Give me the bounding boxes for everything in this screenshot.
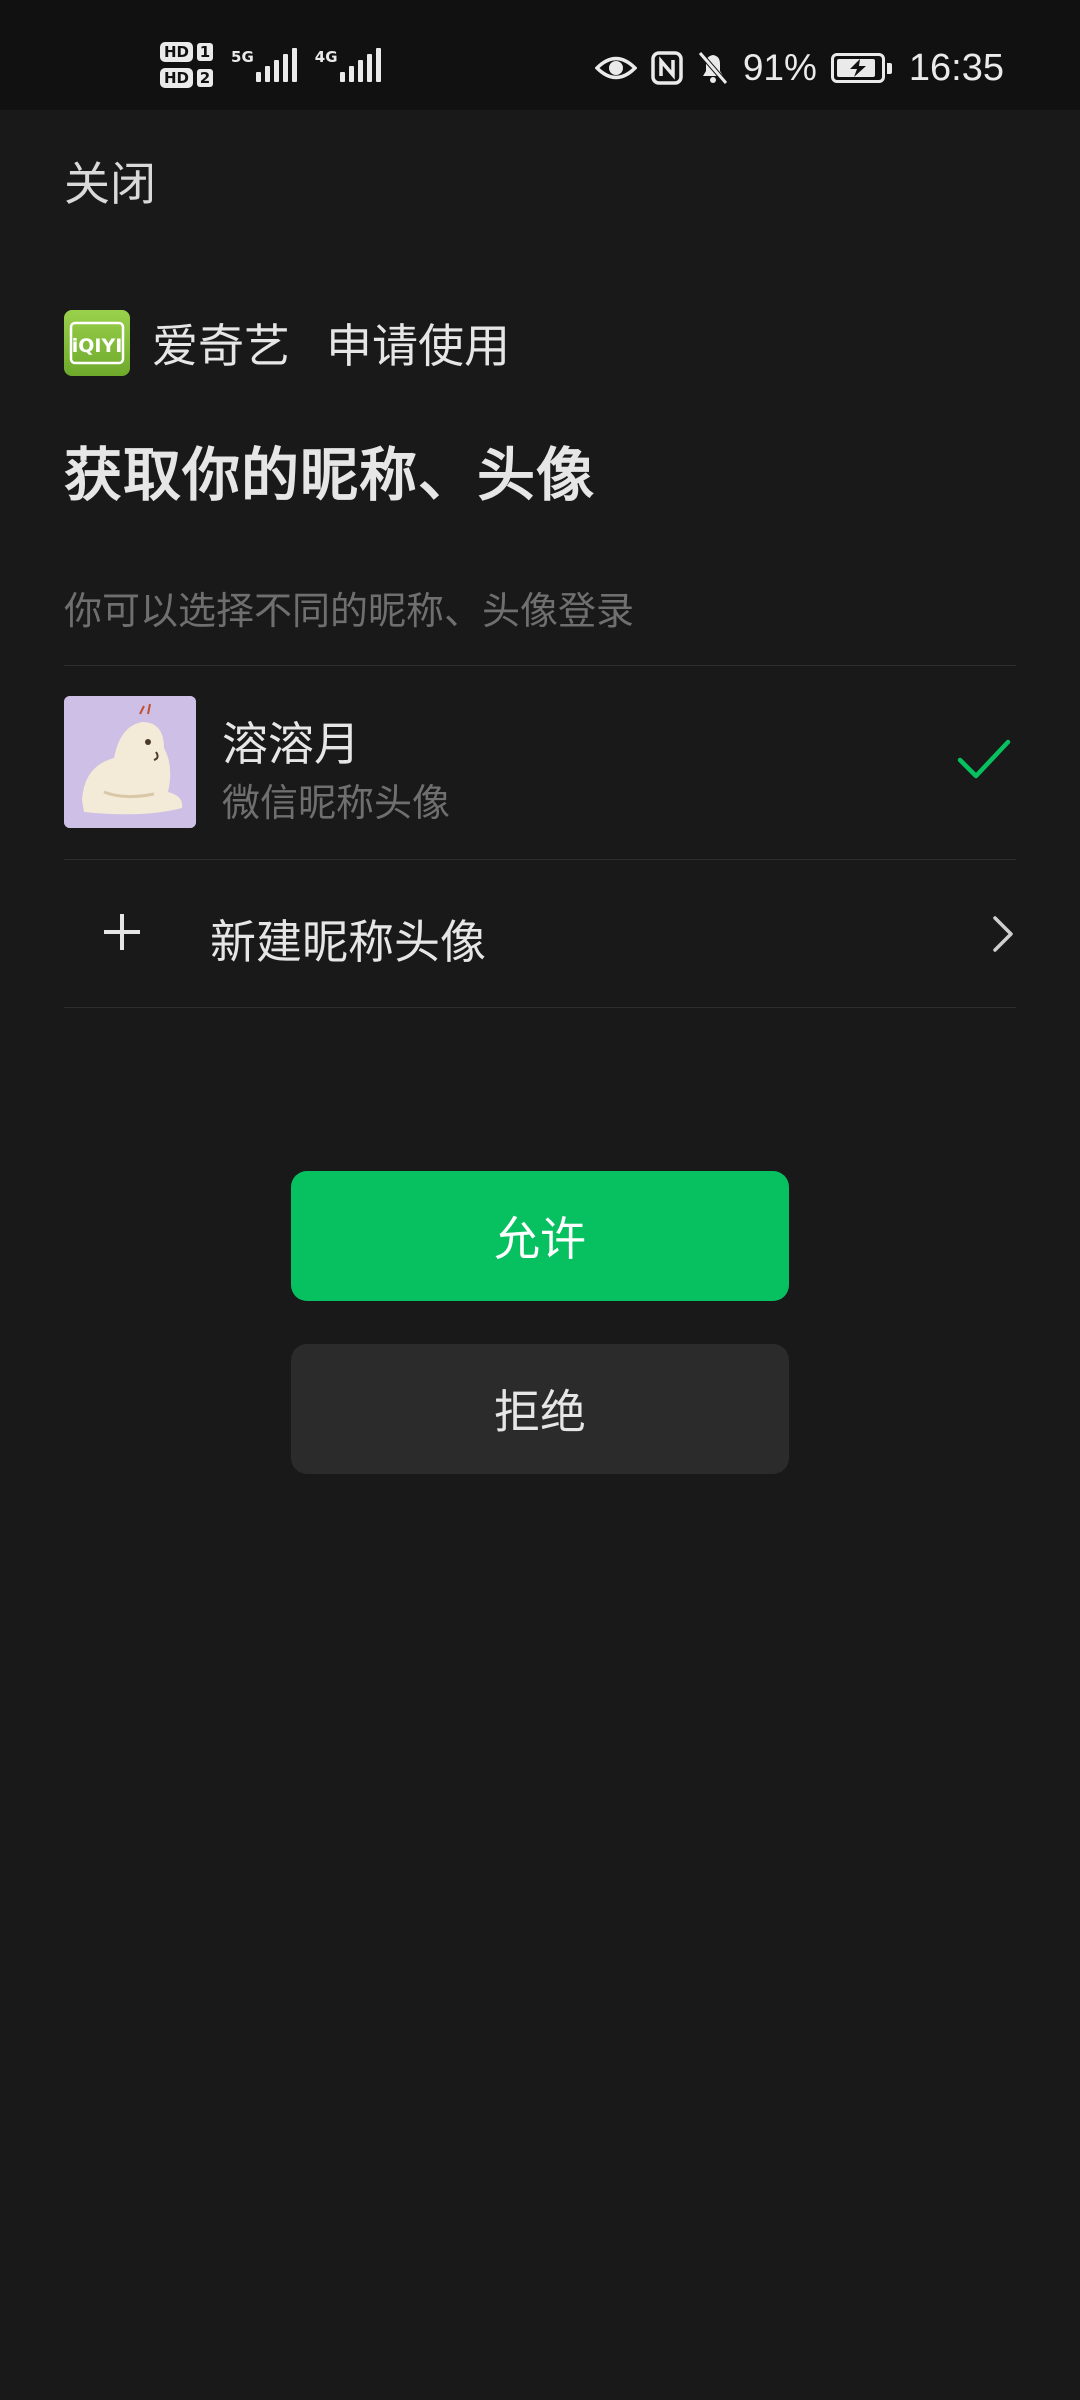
check-icon — [957, 739, 1011, 779]
new-profile-label: 新建昵称头像 — [210, 915, 486, 969]
battery-charging-icon — [830, 53, 892, 83]
chevron-right-icon — [993, 916, 1013, 952]
app-logo: iQIYI — [64, 310, 130, 376]
hint-text: 你可以选择不同的昵称、头像登录 — [64, 589, 635, 633]
app-request-line: iQIYI 爱奇艺 申请使用 — [64, 310, 510, 376]
eye-icon — [594, 56, 637, 80]
bell-muted-icon — [697, 51, 728, 85]
signal-bars-icon — [255, 48, 297, 82]
status-bar: HD 1 HD 2 5G 4G 91% 16:35 — [0, 0, 1080, 110]
network-label-4g: 4G — [314, 48, 338, 66]
new-profile-row[interactable]: 新建昵称头像 — [64, 860, 1016, 1006]
app-name: 爱奇艺 — [152, 319, 290, 373]
iqiyi-logo-icon: iQIYI — [69, 321, 125, 365]
sim-1-badge: 1 — [197, 43, 214, 61]
page-title: 获取你的昵称、头像 — [64, 441, 596, 509]
close-button[interactable]: 关闭 — [64, 148, 156, 214]
signal-4g: 4G — [315, 48, 381, 82]
hd-badge-2: HD — [160, 68, 194, 88]
account-name: 溶溶月 — [222, 717, 360, 771]
plus-icon — [104, 914, 140, 950]
hd-indicators: HD 1 HD 2 — [160, 42, 214, 88]
logo-text: iQIYI — [72, 335, 123, 357]
avatar-image — [64, 696, 196, 828]
battery-percent: 91% — [742, 47, 817, 88]
account-subtitle: 微信昵称头像 — [222, 781, 451, 825]
charging-bolt-icon — [849, 59, 866, 77]
sim-2-badge: 2 — [197, 69, 214, 87]
clock: 16:35 — [908, 46, 1004, 89]
status-icons: 91% 16:35 — [594, 40, 1004, 96]
hd-badge-1: HD — [160, 42, 194, 62]
nfc-icon — [651, 51, 683, 85]
network-label-5g: 5G — [231, 48, 254, 66]
screen: HD 1 HD 2 5G 4G 91% 16:35 关闭 iQIYI 爱奇艺 申… — [0, 0, 1080, 2400]
account-option-row[interactable]: 溶溶月 微信昵称头像 — [64, 666, 1016, 858]
avatar — [64, 696, 196, 828]
divider — [64, 1007, 1016, 1008]
hd-row-2: HD 2 — [160, 68, 214, 88]
signal-5g: 5G — [231, 48, 297, 82]
deny-button[interactable]: 拒绝 — [291, 1344, 789, 1474]
hd-row-1: HD 1 — [160, 42, 214, 62]
signal-bars-icon — [339, 48, 381, 82]
signal-area: HD 1 HD 2 5G 4G — [160, 30, 381, 100]
allow-button[interactable]: 允许 — [291, 1171, 789, 1301]
request-text: 申请使用 — [326, 319, 510, 373]
